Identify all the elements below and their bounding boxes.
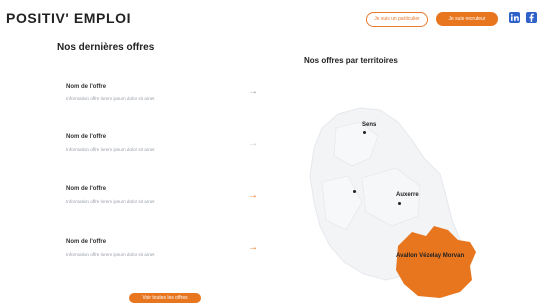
offer-description: Information offre lorem ipsum dolor sit … — [66, 199, 155, 204]
linkedin-icon[interactable] — [509, 12, 520, 23]
offers-section-title: Nos dernières offres — [57, 42, 155, 53]
arrow-right-icon[interactable]: → — [248, 139, 258, 149]
map-marker-auxerre — [398, 202, 401, 205]
facebook-icon[interactable] — [526, 12, 537, 23]
territories-map-shape — [309, 107, 476, 298]
map-label-auxerre: Auxerre — [396, 192, 419, 198]
map-marker-sens — [363, 131, 366, 134]
offer-title[interactable]: Nom de l'offre — [66, 239, 106, 245]
map-label-sens: Sens — [362, 122, 377, 128]
offer-description: Information offre lorem ipsum dolor sit … — [66, 147, 155, 152]
offer-description: Information offre lorem ipsum dolor sit … — [66, 96, 155, 101]
offer-title[interactable]: Nom de l'offre — [66, 186, 106, 192]
territories-map: Sens Auxerre Avallon Vézelay Morvan — [300, 70, 543, 301]
see-all-offers-button[interactable]: Voir toutes les offres — [129, 293, 201, 303]
arrow-right-icon[interactable]: → — [248, 243, 258, 253]
map-marker — [353, 190, 356, 193]
arrow-right-icon[interactable]: → — [248, 87, 258, 97]
logo[interactable]: POSITIV' EMPLOI — [6, 10, 131, 26]
map-section-title: Nos offres par territoires — [304, 56, 398, 65]
arrow-right-icon[interactable]: → — [248, 191, 258, 201]
top-bar: POSITIV' EMPLOI Je suis un particulier J… — [0, 0, 543, 38]
particulier-button[interactable]: Je suis un particulier — [366, 12, 428, 27]
recruteur-button[interactable]: Je suis recruteur — [436, 12, 498, 26]
offer-description: Information offre lorem ipsum dolor sit … — [66, 252, 155, 257]
offer-title[interactable]: Nom de l'offre — [66, 134, 106, 140]
offer-title[interactable]: Nom de l'offre — [66, 84, 106, 90]
map-label-avallon: Avallon Vézelay Morvan — [396, 253, 465, 259]
territory-avallon-shape[interactable] — [396, 226, 476, 298]
